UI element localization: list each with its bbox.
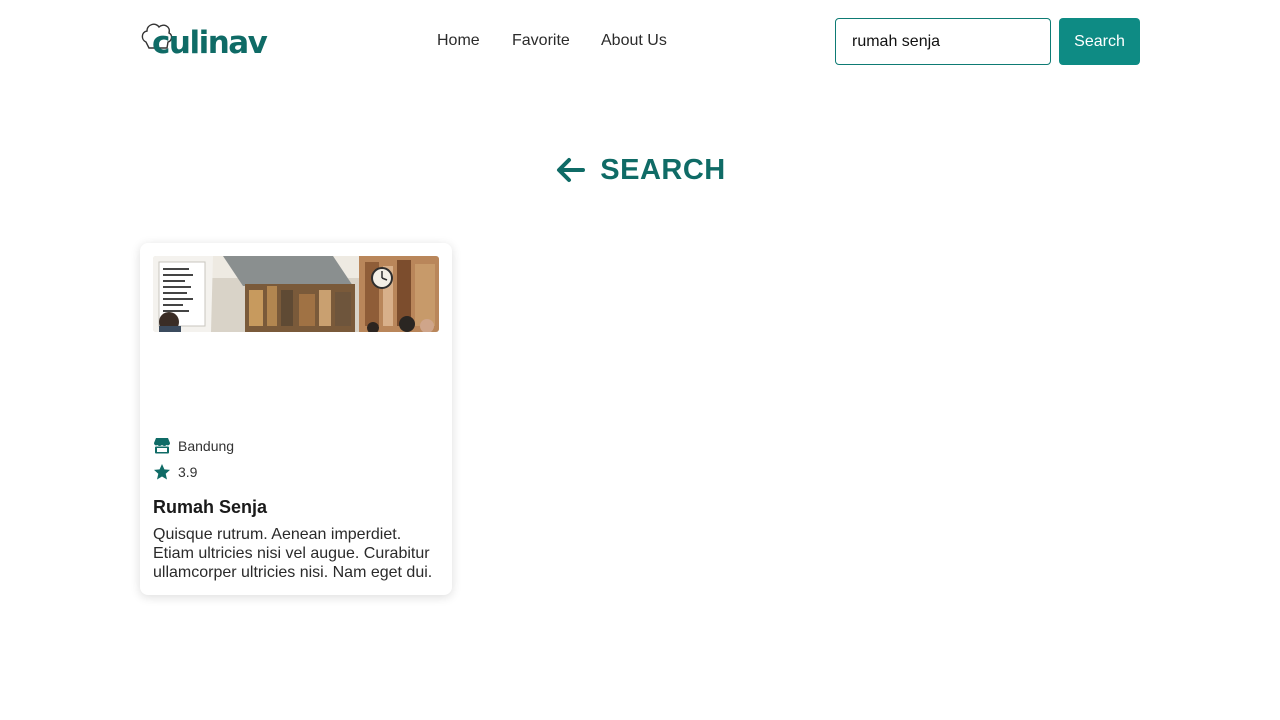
- restaurant-city: Bandung: [178, 438, 235, 454]
- search-input[interactable]: [835, 18, 1051, 65]
- city-row: Bandung: [153, 436, 234, 456]
- star-icon: [154, 464, 170, 480]
- nav-about-link[interactable]: About Us: [601, 31, 667, 51]
- nav-favorite-link[interactable]: Favorite: [512, 31, 570, 51]
- page-heading: SEARCH: [0, 152, 1280, 188]
- arrow-left-icon[interactable]: [554, 155, 586, 185]
- restaurant-description: Quisque rutrum. Aenean imperdiet. Etiam …: [153, 526, 433, 581]
- brand-name: culinav: [152, 25, 268, 61]
- store-icon: [154, 438, 170, 454]
- restaurant-photo: [153, 256, 439, 332]
- rating-row: 3.9: [153, 462, 234, 482]
- card-meta: Bandung 3.9: [153, 436, 234, 488]
- restaurant-name[interactable]: Rumah Senja: [153, 496, 267, 518]
- restaurant-rating: 3.9: [178, 464, 198, 480]
- brand-logo[interactable]: culinav: [140, 20, 270, 62]
- page-title: SEARCH: [600, 154, 726, 186]
- restaurant-image: [153, 256, 439, 332]
- site-header: culinav Home Favorite About Us Search: [0, 0, 1280, 84]
- nav-home-link[interactable]: Home: [437, 31, 480, 51]
- restaurant-card[interactable]: Bandung 3.9 Rumah Senja Quisque rutrum. …: [140, 243, 452, 595]
- search-button[interactable]: Search: [1059, 18, 1140, 65]
